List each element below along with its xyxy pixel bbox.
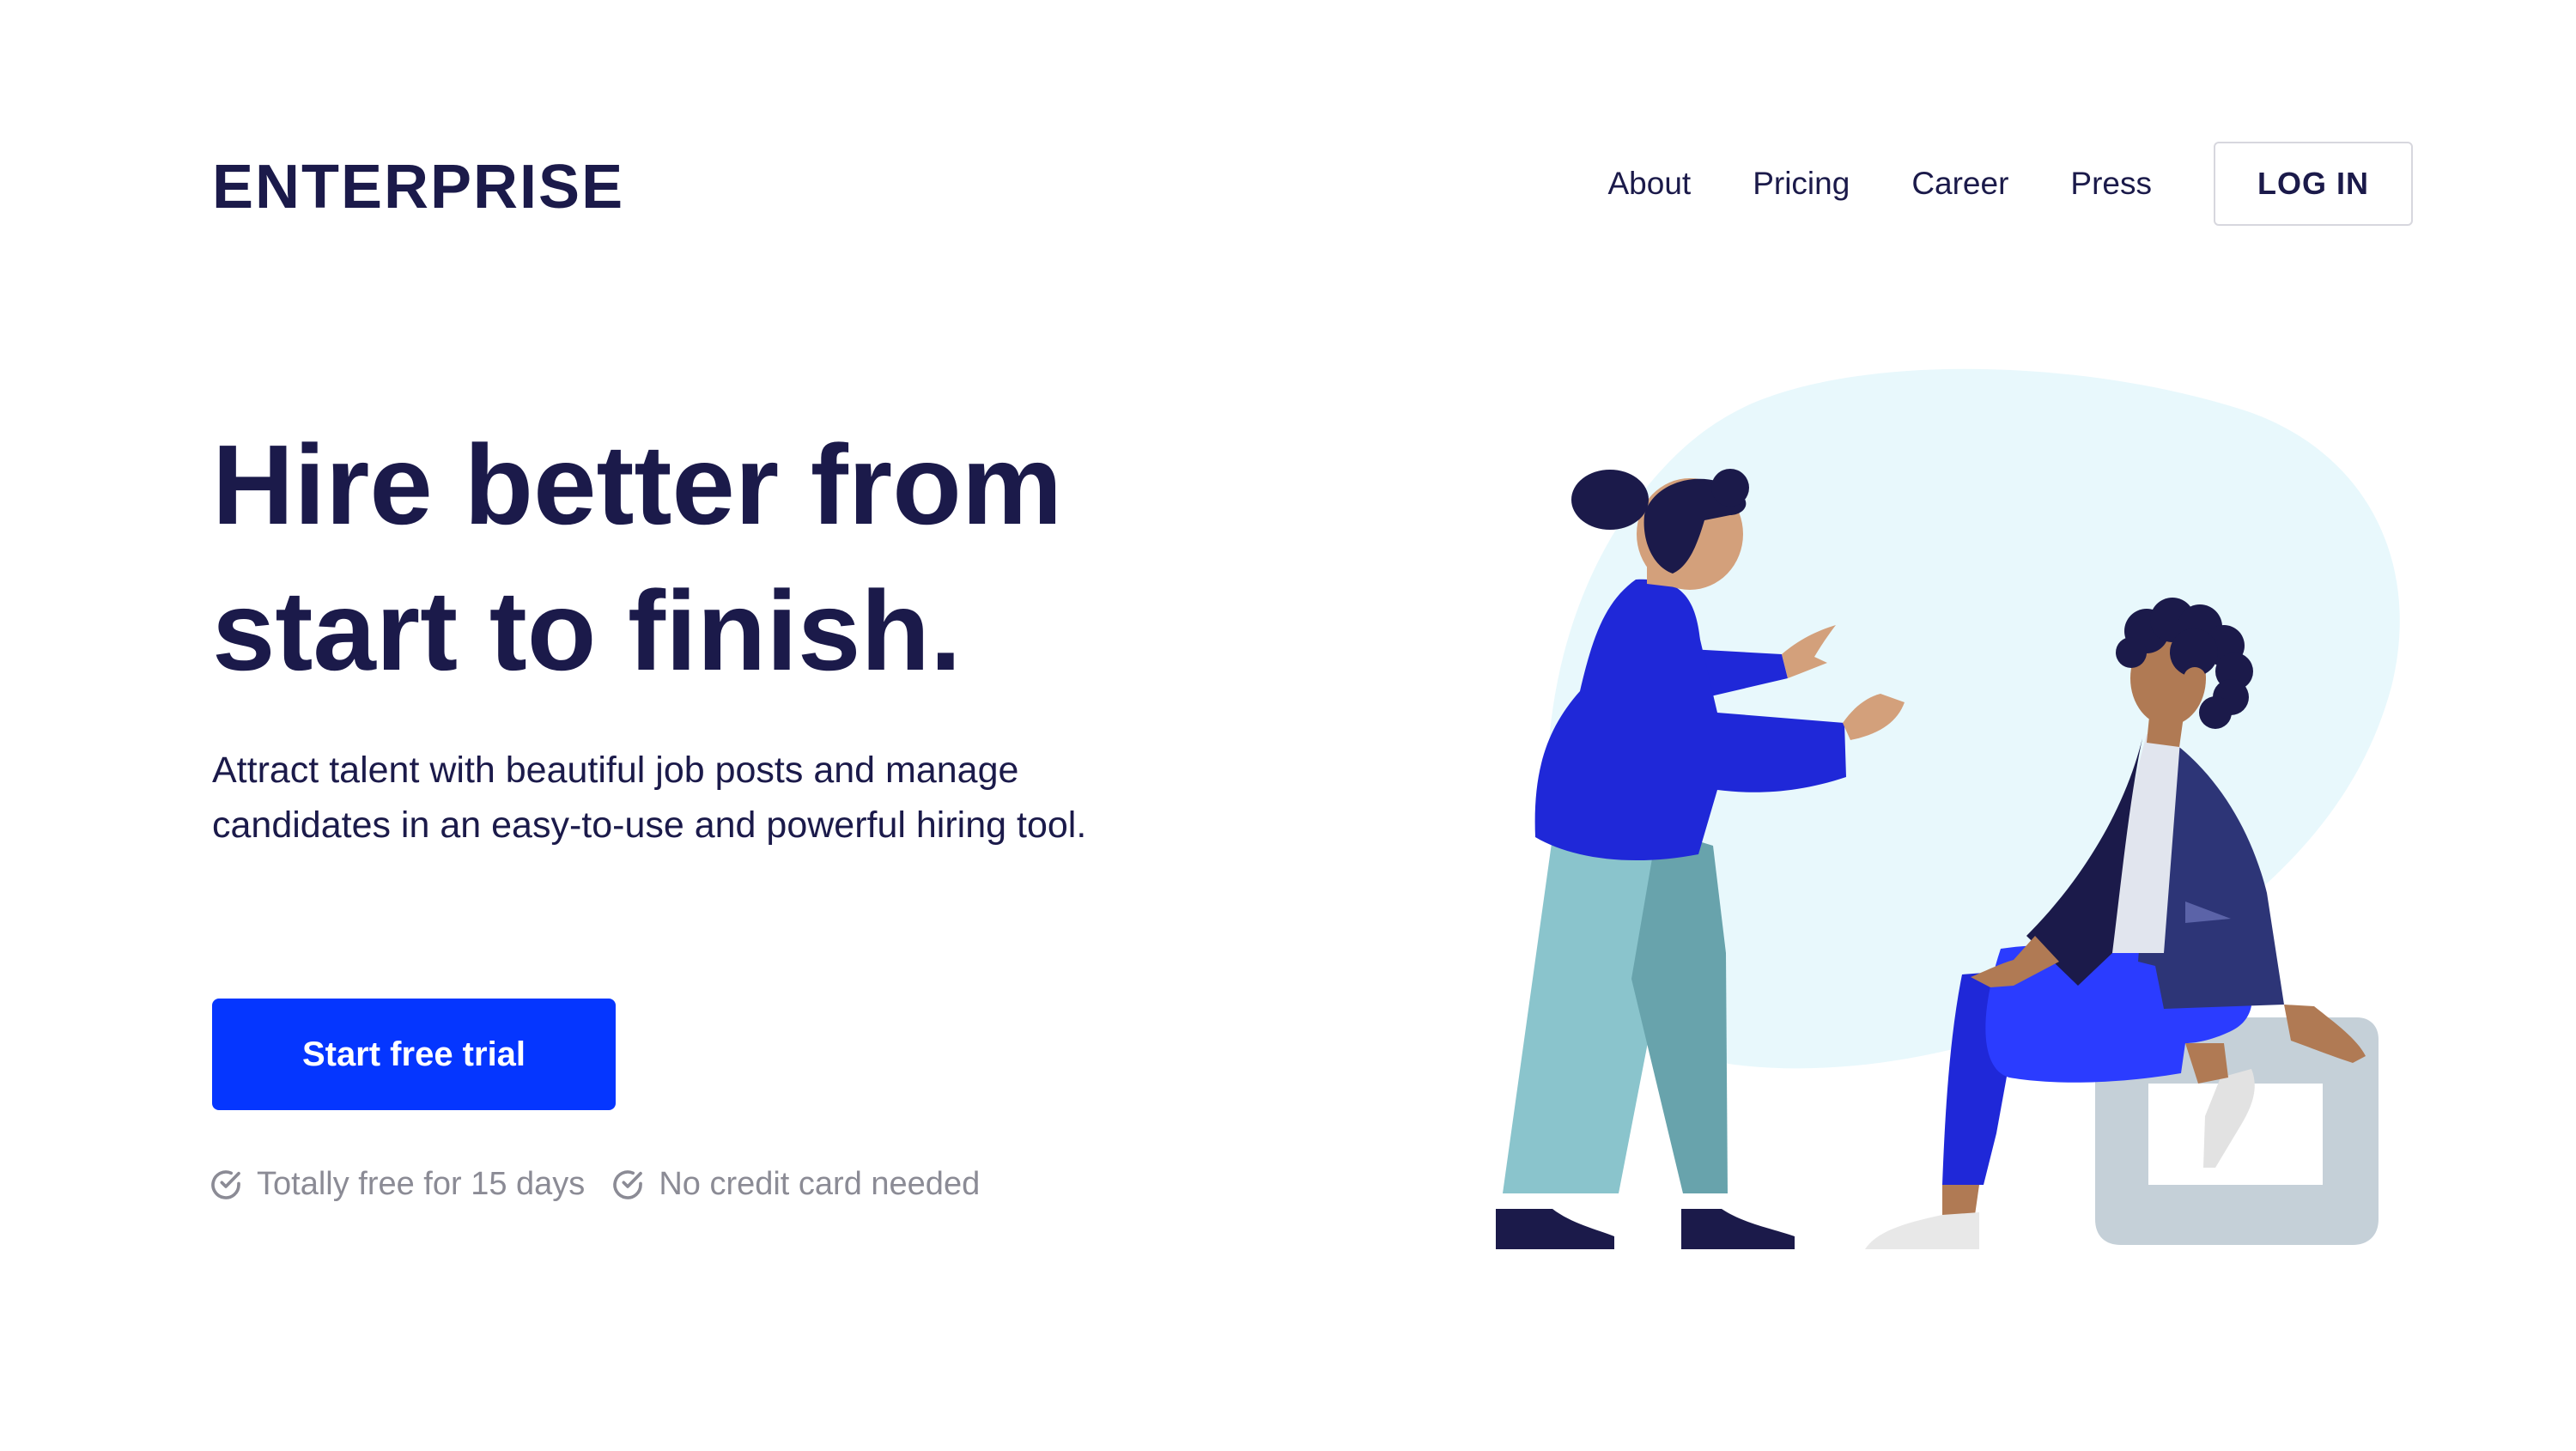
woman-shoe-left (1496, 1209, 1614, 1249)
nav-link-career[interactable]: Career (1911, 141, 2008, 227)
check-circle-icon (613, 1169, 643, 1199)
landing-page: ENTERPRISE About Pricing Career Press LO… (0, 0, 2576, 1451)
nav-link-about[interactable]: About (1608, 141, 1692, 227)
note-free-days: Totally free for 15 days (209, 1166, 585, 1203)
top-navigation: About Pricing Career Press LOG IN (1608, 141, 2413, 227)
nav-link-pricing[interactable]: Pricing (1753, 141, 1850, 227)
note-no-card: No credit card needed (611, 1166, 980, 1203)
man-ear (2184, 667, 2206, 689)
hero-subtitle: Attract talent with beautiful job posts … (212, 750, 1087, 846)
start-free-trial-button[interactable]: Start free trial (212, 999, 616, 1110)
login-button[interactable]: LOG IN (2214, 142, 2413, 226)
note-no-card-text: No credit card needed (659, 1166, 981, 1202)
brand-logo[interactable]: ENTERPRISE (212, 153, 624, 222)
hiring-conversation-illustration (1496, 368, 2400, 1249)
trial-notes: Totally free for 15 days No credit card … (209, 1166, 1005, 1203)
headline-line-2: start to finish. (212, 568, 962, 694)
woman-hair-top (1711, 469, 1749, 507)
check-circle-icon (211, 1169, 240, 1199)
man-shoe-back (2203, 1069, 2255, 1168)
man-shoe-front (1865, 1212, 1979, 1249)
woman-hair-bun (1571, 470, 1649, 530)
hero-headline: Hire better from start to finish. (212, 412, 1285, 704)
woman-shoe-right (1681, 1209, 1795, 1249)
note-free-days-text: Totally free for 15 days (257, 1166, 586, 1202)
headline-line-1: Hire better from (212, 422, 1063, 548)
nav-link-press[interactable]: Press (2070, 141, 2152, 227)
